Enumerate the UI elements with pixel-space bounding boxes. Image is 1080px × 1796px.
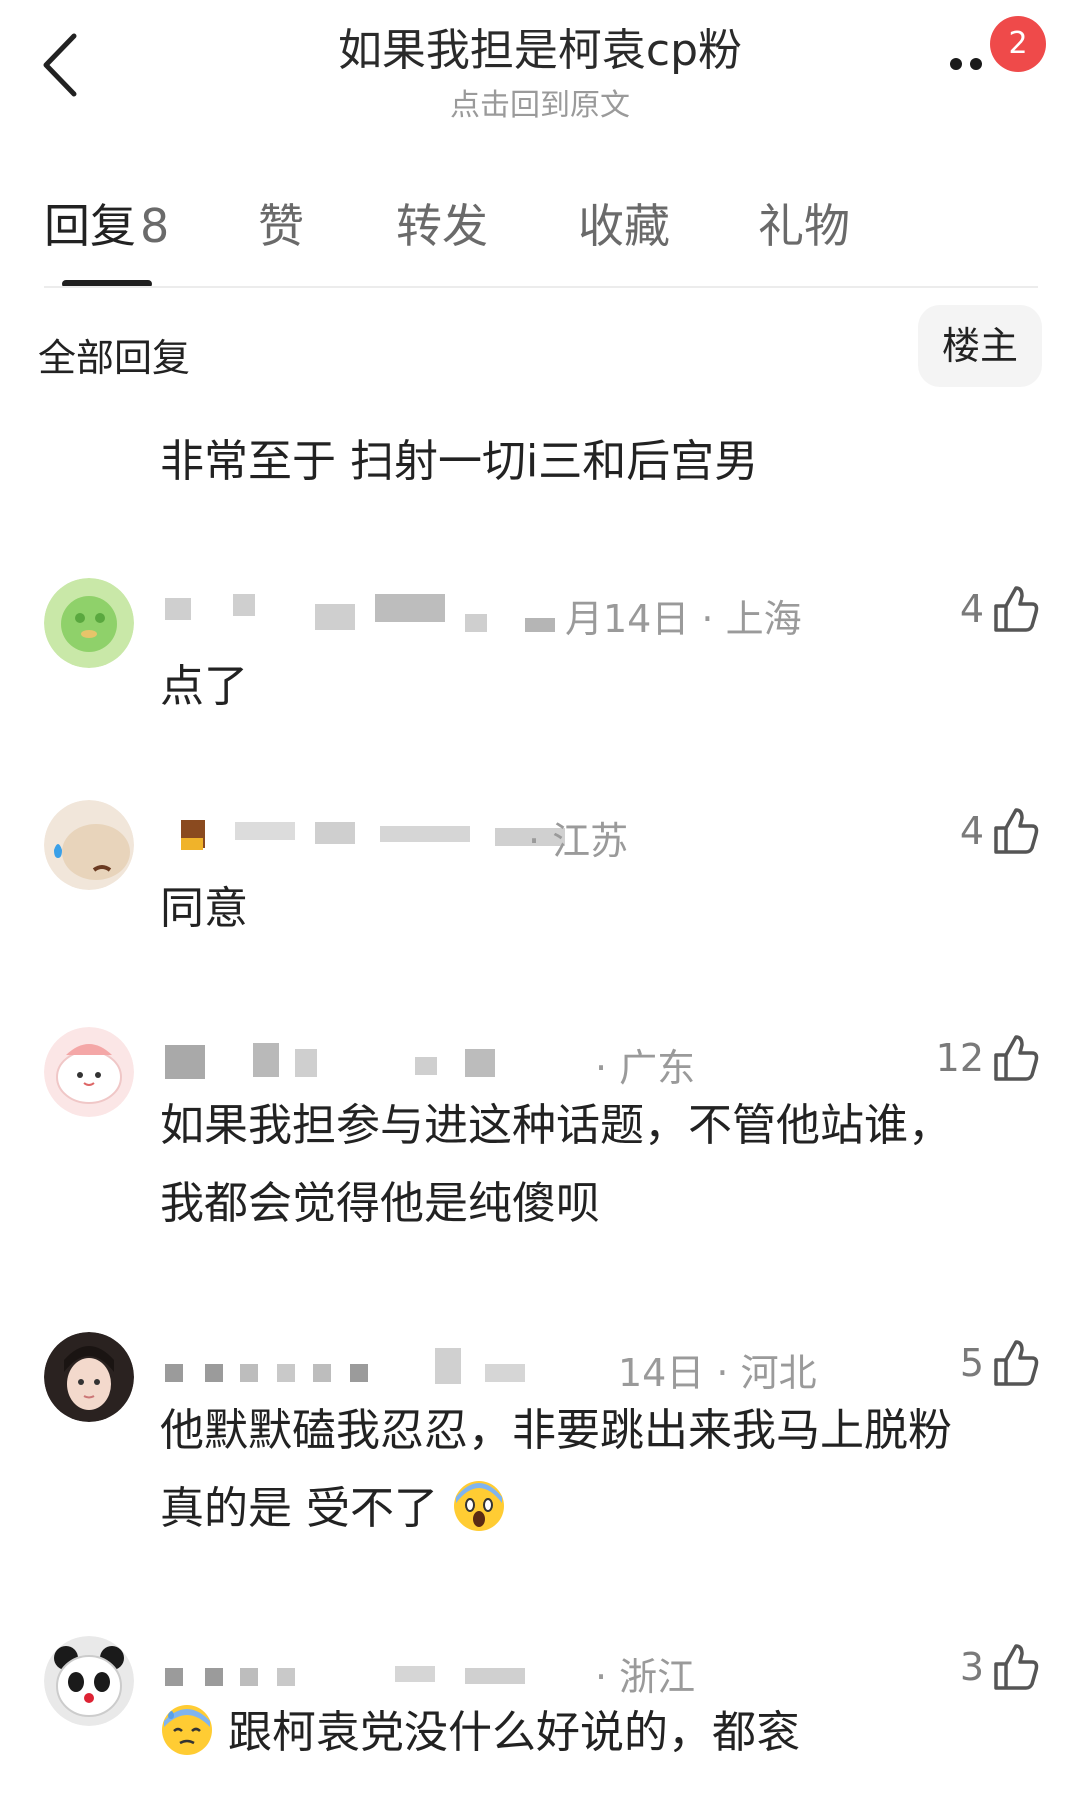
back-to-original-link[interactable]: 点击回到原文 xyxy=(0,80,1080,124)
avatar[interactable] xyxy=(44,1027,134,1117)
thumbs-up-icon xyxy=(994,1340,1039,1386)
like-count: 5 xyxy=(959,1341,984,1385)
tab-favorites[interactable]: 收藏 xyxy=(578,190,670,256)
tab-gifts[interactable]: 礼物 xyxy=(758,190,850,256)
comment-meta: · 广东 xyxy=(595,1046,696,1090)
comment-line-with-emoji: 跟柯袁党没什么好说的，都衮 xyxy=(160,1694,800,1772)
tab-likes[interactable]: 赞 xyxy=(258,190,304,256)
like-button[interactable]: 4 xyxy=(960,804,1040,858)
all-replies-label: 全部回复 xyxy=(38,336,191,380)
owner-filter-button[interactable]: 楼主 xyxy=(918,305,1042,387)
comment-line: 点了 xyxy=(160,661,248,712)
like-button[interactable]: 5 xyxy=(960,1336,1040,1390)
avatar[interactable] xyxy=(44,1332,134,1422)
tab-label: 回复 xyxy=(44,199,136,253)
comment-meta: · 浙江 xyxy=(595,1655,696,1699)
avatar[interactable] xyxy=(44,800,134,890)
avatar[interactable] xyxy=(44,1636,134,1726)
like-button[interactable]: 3 xyxy=(960,1640,1040,1694)
comment-line: 我都会觉得他是纯傻呗 xyxy=(160,1178,600,1229)
comment-text: 非常至于 扫射一切i三和后宫男 xyxy=(160,436,759,487)
tab-divider xyxy=(44,286,1038,288)
like-button[interactable]: 12 xyxy=(936,1031,1040,1085)
thumbs-up-icon xyxy=(994,808,1039,854)
comment-line: 真的是 受不了 xyxy=(160,1483,438,1534)
tab-reposts[interactable]: 转发 xyxy=(396,190,488,256)
page-title[interactable]: 如果我担是柯袁cp粉 xyxy=(0,14,1080,78)
like-count: 4 xyxy=(959,587,984,631)
header: 如果我担是柯袁cp粉 点击回到原文 2 xyxy=(0,0,1080,130)
like-count: 12 xyxy=(935,1036,984,1080)
comment-line: 如果我担参与进这种话题，不管他站谁， xyxy=(160,1100,952,1151)
avatar[interactable] xyxy=(44,578,134,668)
scream-emoji xyxy=(454,1481,504,1531)
comment-line: 他默默磕我忍忍，非要跳出来我马上脱粉 xyxy=(160,1405,952,1456)
thumbs-up-icon xyxy=(994,1035,1039,1081)
comment-line-with-emoji: 真的是 受不了 xyxy=(160,1470,506,1548)
tab-count: 8 xyxy=(140,199,170,253)
filter-row: 全部回复 楼主 xyxy=(0,305,1080,395)
like-count: 3 xyxy=(959,1645,984,1689)
thumbs-up-icon xyxy=(994,1644,1039,1690)
comment-meta: 14日 · 河北 xyxy=(618,1351,817,1395)
comment-meta: · 江苏 xyxy=(528,819,629,863)
tab-replies[interactable]: 回复8 xyxy=(44,190,169,256)
like-button[interactable]: 4 xyxy=(960,582,1040,636)
tab-bar: 回复8 赞 转发 收藏 礼物 xyxy=(0,190,1080,285)
comment-line: 同意 xyxy=(160,883,248,934)
like-count: 4 xyxy=(959,809,984,853)
comment-line: 跟柯袁党没什么好说的，都衮 xyxy=(228,1707,800,1758)
thumbs-up-icon xyxy=(994,586,1039,632)
sweat-emoji xyxy=(162,1705,212,1755)
notification-badge[interactable]: 2 xyxy=(990,16,1046,72)
comment-meta: 月14日 · 上海 xyxy=(565,597,802,641)
